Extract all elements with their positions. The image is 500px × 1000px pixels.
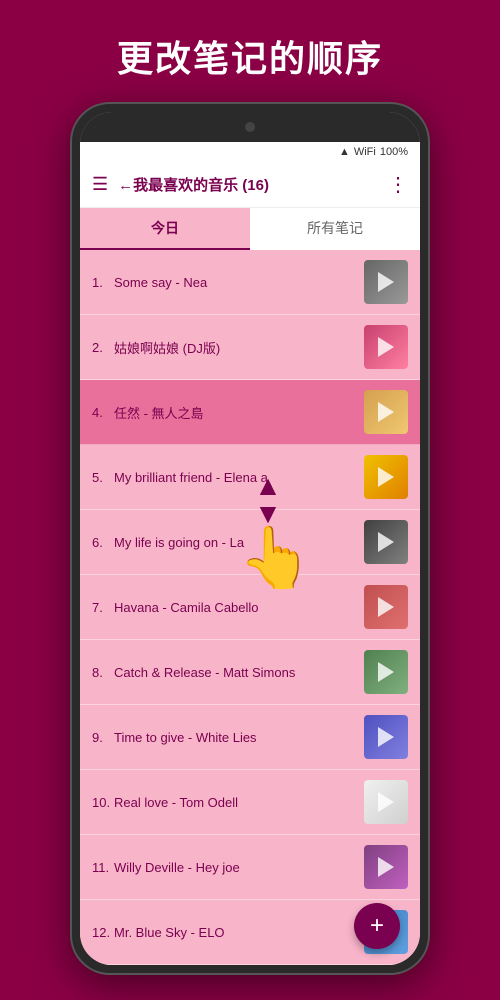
- phone-screen: ▲ WiFi 100% ☰ ←我最喜欢的音乐 (16) ⋮ 今日 所有笔记 1.…: [80, 112, 420, 965]
- song-thumbnail: [364, 455, 408, 499]
- song-number: 6.: [92, 535, 114, 550]
- add-icon: +: [370, 912, 384, 940]
- list-item[interactable]: 5.My brilliant friend - Elena a: [80, 445, 420, 510]
- song-thumbnail: [364, 390, 408, 434]
- song-number: 7.: [92, 600, 114, 615]
- song-number: 12.: [92, 925, 114, 940]
- signal-icon: ▲: [339, 146, 350, 158]
- song-number: 8.: [92, 665, 114, 680]
- tabs-bar: 今日 所有笔记: [80, 208, 420, 250]
- song-title: Catch & Release - Matt Simons: [114, 665, 356, 680]
- song-thumbnail: [364, 780, 408, 824]
- song-thumbnail: [364, 715, 408, 759]
- page-title: 更改笔记的顺序: [0, 0, 500, 102]
- song-number: 4.: [92, 405, 114, 420]
- song-title: My brilliant friend - Elena a: [114, 470, 356, 485]
- back-title[interactable]: ←我最喜欢的音乐 (16): [118, 174, 388, 195]
- wifi-icon: WiFi: [354, 146, 376, 158]
- song-number: 2.: [92, 340, 114, 355]
- song-thumbnail: [364, 585, 408, 629]
- list-item[interactable]: 9.Time to give - White Lies: [80, 705, 420, 770]
- list-item[interactable]: 8.Catch & Release - Matt Simons: [80, 640, 420, 705]
- list-item[interactable]: 6.My life is going on - La: [80, 510, 420, 575]
- list-item[interactable]: 2.姑娘啊姑娘 (DJ版): [80, 315, 420, 380]
- tab-today[interactable]: 今日: [80, 208, 250, 250]
- song-number: 11.: [92, 860, 114, 875]
- list-item[interactable]: 11.Willy Deville - Hey joe: [80, 835, 420, 900]
- list-item[interactable]: 10.Real love - Tom Odell: [80, 770, 420, 835]
- more-icon[interactable]: ⋮: [388, 172, 408, 197]
- menu-icon[interactable]: ☰: [92, 174, 108, 195]
- song-list: 1.Some say - Nea2.姑娘啊姑娘 (DJ版)4.任然 - 無人之島…: [80, 250, 420, 965]
- list-item[interactable]: 7.Havana - Camila Cabello: [80, 575, 420, 640]
- song-title: Havana - Camila Cabello: [114, 600, 356, 615]
- song-thumbnail: [364, 650, 408, 694]
- add-button[interactable]: +: [354, 903, 400, 949]
- song-title: Willy Deville - Hey joe: [114, 860, 356, 875]
- song-title: Time to give - White Lies: [114, 730, 356, 745]
- song-number: 9.: [92, 730, 114, 745]
- song-thumbnail: [364, 520, 408, 564]
- list-item[interactable]: 4.任然 - 無人之島: [80, 380, 420, 445]
- top-bar: ☰ ←我最喜欢的音乐 (16) ⋮: [80, 162, 420, 208]
- song-title: 姑娘啊姑娘 (DJ版): [114, 338, 356, 357]
- camera: [245, 122, 255, 132]
- song-number: 10.: [92, 795, 114, 810]
- battery-indicator: 100%: [380, 146, 408, 158]
- song-thumbnail: [364, 845, 408, 889]
- song-title: 任然 - 無人之島: [114, 403, 356, 422]
- song-title: Some say - Nea: [114, 275, 356, 290]
- song-thumbnail: [364, 325, 408, 369]
- tab-all-notes[interactable]: 所有笔记: [250, 208, 420, 250]
- song-title: Real love - Tom Odell: [114, 795, 356, 810]
- song-number: 5.: [92, 470, 114, 485]
- phone-container: ▲ WiFi 100% ☰ ←我最喜欢的音乐 (16) ⋮ 今日 所有笔记 1.…: [70, 102, 430, 975]
- phone-notch: [80, 112, 420, 142]
- list-item[interactable]: 1.Some say - Nea: [80, 250, 420, 315]
- song-number: 1.: [92, 275, 114, 290]
- song-thumbnail: [364, 260, 408, 304]
- song-title: My life is going on - La: [114, 535, 356, 550]
- status-bar: ▲ WiFi 100%: [80, 142, 420, 162]
- song-title: Mr. Blue Sky - ELO: [114, 925, 356, 940]
